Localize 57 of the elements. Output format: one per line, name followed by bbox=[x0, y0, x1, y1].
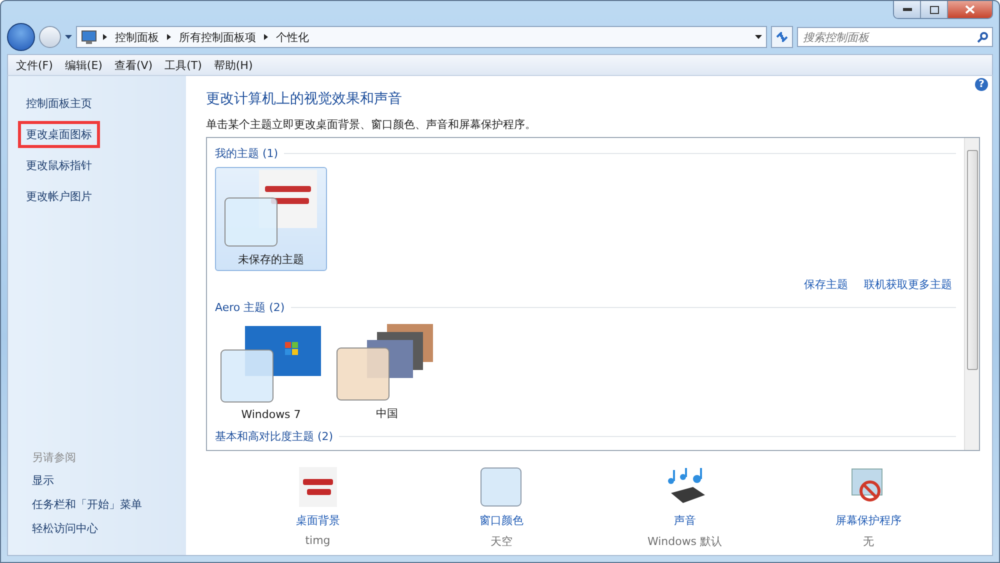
forward-button[interactable] bbox=[39, 26, 61, 48]
refresh-button[interactable] bbox=[771, 26, 793, 48]
monitor-icon bbox=[81, 30, 97, 44]
setting-value: 天空 bbox=[490, 534, 512, 549]
maximize-button[interactable] bbox=[921, 1, 948, 18]
minimize-button[interactable] bbox=[894, 1, 921, 18]
minimize-icon bbox=[902, 8, 912, 11]
menu-item[interactable]: 帮助(H) bbox=[208, 58, 259, 72]
window-color-swatch-icon[interactable] bbox=[480, 467, 522, 507]
close-icon bbox=[965, 5, 975, 14]
refresh-icon bbox=[776, 32, 788, 42]
search-icon[interactable] bbox=[977, 32, 988, 43]
see-also-heading: 另请参阅 bbox=[31, 450, 77, 466]
scrollbar[interactable] bbox=[964, 138, 979, 450]
setting-link[interactable]: 屏幕保护程序 bbox=[835, 513, 902, 528]
setting-link[interactable]: 窗口颜色 bbox=[479, 513, 524, 528]
breadcrumb-item[interactable]: 控制面板 bbox=[113, 30, 161, 44]
search-field[interactable]: 搜索控制面板 bbox=[797, 27, 993, 47]
wallpaper-thumbnail-icon[interactable] bbox=[298, 467, 337, 507]
breadcrumb-arrow-icon bbox=[264, 34, 268, 40]
setting-value: 无 bbox=[862, 534, 874, 549]
breadcrumb-item[interactable]: 个性化 bbox=[274, 30, 311, 44]
sidebar-link[interactable]: 控制面板主页 bbox=[18, 90, 100, 117]
sidebar-link[interactable]: 更改鼠标指针 bbox=[18, 152, 100, 179]
theme-tile[interactable]: 未保存的主题 bbox=[215, 167, 327, 271]
setting-link[interactable]: 声音 bbox=[674, 513, 696, 528]
breadcrumb-arrow-icon bbox=[167, 34, 171, 40]
menu-item[interactable]: 工具(T) bbox=[158, 58, 208, 72]
menu-item[interactable]: 编辑(E) bbox=[58, 58, 108, 72]
see-also-link[interactable]: 显示 bbox=[26, 469, 186, 492]
back-button[interactable] bbox=[7, 23, 35, 51]
menu-item[interactable]: 查看(V) bbox=[108, 58, 159, 72]
address-bar[interactable]: 控制面板 所有控制面板项 个性化 bbox=[76, 26, 767, 48]
close-button[interactable] bbox=[948, 1, 992, 18]
breadcrumb-arrow-icon bbox=[103, 34, 107, 40]
theme-group-title: 基本和高对比度主题 (2) bbox=[215, 429, 334, 444]
theme-group-title: Aero 主题 (2) bbox=[215, 300, 285, 315]
breadcrumb-item[interactable]: 所有控制面板项 bbox=[177, 30, 258, 44]
dropdown-caret-icon[interactable] bbox=[755, 35, 762, 39]
dropdown-caret-icon[interactable] bbox=[65, 35, 72, 39]
page-heading: 更改计算机上的视觉效果和声音 bbox=[206, 90, 403, 108]
see-also-link[interactable]: 轻松访问中心 bbox=[26, 517, 186, 540]
setting-value: timg bbox=[305, 534, 330, 547]
see-also-link[interactable]: 任务栏和「开始」菜单 bbox=[26, 493, 186, 516]
setting-link[interactable]: 桌面背景 bbox=[296, 513, 340, 528]
theme-link[interactable]: 保存主题 bbox=[804, 277, 848, 292]
sidebar-link[interactable]: 更改帐户图片 bbox=[18, 183, 100, 210]
sidebar-link[interactable]: 更改桌面图标 bbox=[18, 121, 100, 148]
setting-value: Windows 默认 bbox=[647, 534, 722, 549]
maximize-icon bbox=[930, 6, 938, 14]
theme-group-title: 我的主题 (1) bbox=[215, 146, 278, 161]
theme-link[interactable]: 联机获取更多主题 bbox=[864, 277, 952, 292]
menu-item[interactable]: 文件(F) bbox=[10, 58, 59, 72]
theme-tile[interactable]: Windows 7 bbox=[215, 321, 327, 425]
page-description: 单击某个主题立即更改桌面背景、窗口颜色、声音和屏幕保护程序。 bbox=[206, 117, 537, 132]
theme-tile[interactable]: 中国 bbox=[331, 321, 443, 425]
help-button[interactable]: ? bbox=[975, 78, 988, 91]
